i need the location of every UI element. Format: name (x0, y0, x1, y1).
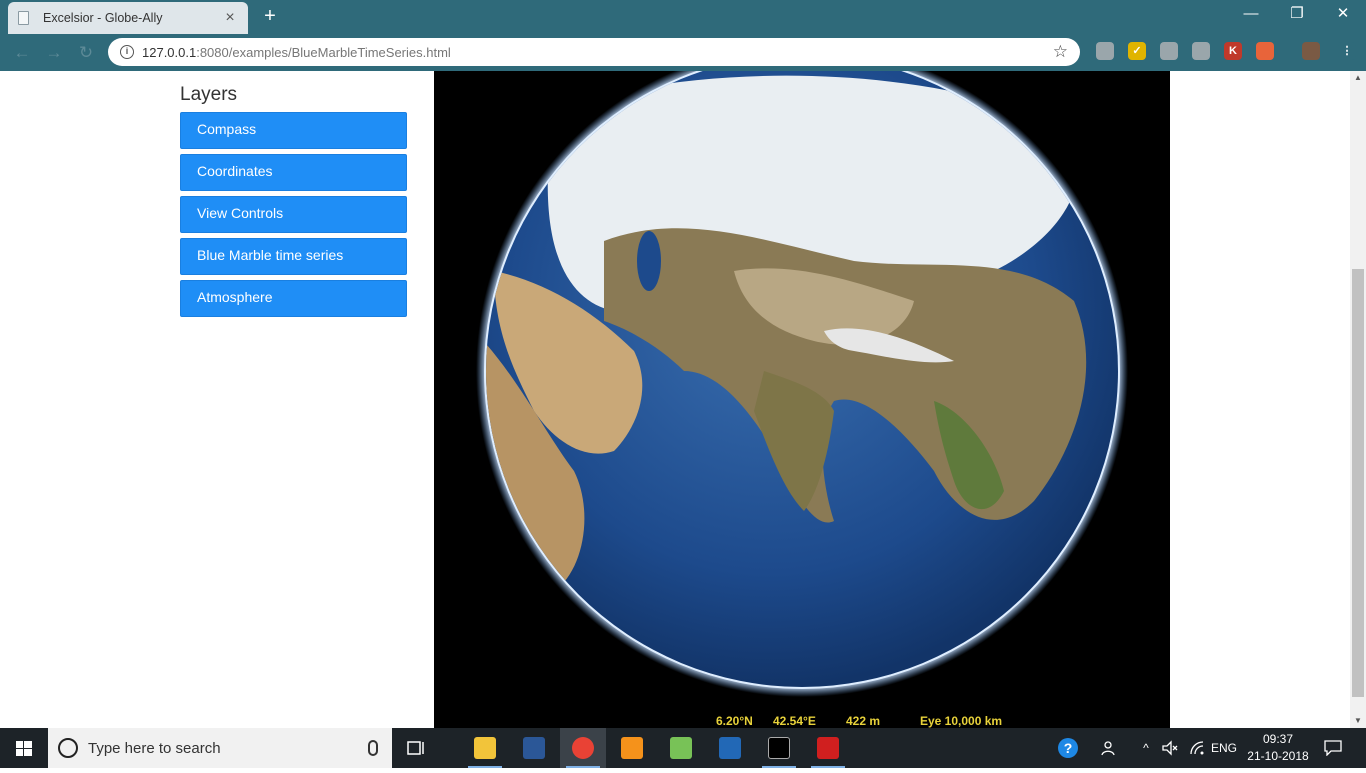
terminal-icon[interactable] (756, 728, 802, 768)
cortana-icon (58, 738, 78, 758)
ext-pdf-icon[interactable] (1160, 42, 1178, 60)
minimize-button[interactable]: — (1228, 0, 1274, 30)
file-explorer-glyph (474, 737, 496, 759)
ext-duck-icon[interactable] (1256, 42, 1274, 60)
bookmark-star-icon[interactable]: ☆ (1053, 42, 1068, 62)
windows-taskbar: Type here to search ? ^ ENG 09:37 21-10-… (0, 728, 1366, 768)
microphone-icon[interactable] (368, 740, 378, 756)
r-icon[interactable] (707, 728, 753, 768)
coordinates-layer-button[interactable]: Coordinates (180, 154, 407, 191)
ext-menu-icon[interactable]: ⋮ (1338, 42, 1356, 60)
ext-avatar-icon[interactable] (1302, 42, 1320, 60)
browser-tab[interactable]: Excelsior - Globe-Ally × (8, 2, 248, 34)
chrome-icon[interactable] (560, 728, 606, 768)
ext-circle-icon[interactable] (1096, 42, 1114, 60)
system-clock[interactable]: 09:37 21-10-2018 (1244, 731, 1312, 765)
eye-altitude-readout: Eye 10,000 km (920, 714, 1003, 728)
taskbar-search[interactable]: Type here to search (48, 728, 392, 768)
site-info-icon[interactable]: i (120, 45, 134, 59)
android-studio-icon[interactable] (658, 728, 704, 768)
svg-text:?: ? (1064, 740, 1073, 756)
page-scrollbar[interactable]: ▲ ▼ (1350, 71, 1366, 728)
clock-time: 09:37 (1262, 732, 1294, 746)
restore-button[interactable]: ❐ (1274, 0, 1320, 30)
task-view-button[interactable] (394, 728, 440, 768)
scroll-down-icon[interactable]: ▼ (1350, 714, 1366, 728)
sublime-icon[interactable] (609, 728, 655, 768)
forward-button[interactable]: → (44, 43, 64, 63)
windows-logo-icon (16, 741, 32, 756)
web-page: Layers Compass Coordinates View Controls… (0, 71, 1350, 728)
ext-check-icon[interactable]: ✓ (1128, 42, 1146, 60)
reload-button[interactable]: ↻ (76, 43, 96, 63)
view-controls-layer-button[interactable]: View Controls (180, 196, 407, 233)
tab-close-icon[interactable]: × (222, 9, 238, 27)
wifi-icon[interactable] (1186, 728, 1210, 768)
atmosphere-layer-button[interactable]: Atmosphere (180, 280, 407, 317)
volume-muted-icon[interactable] (1158, 728, 1182, 768)
scroll-thumb[interactable] (1352, 269, 1364, 697)
start-button[interactable] (0, 728, 48, 768)
new-tab-button[interactable]: + (258, 6, 282, 28)
layers-heading: Layers (180, 84, 238, 105)
latitude-readout: 6.20°N (716, 714, 753, 728)
globe-status-row: 6.20°N 42.54°E 422 m Eye 10,000 km (434, 714, 1170, 728)
chrome-glyph (572, 737, 594, 759)
globe-canvas[interactable]: 6.20°N 42.54°E 422 m Eye 10,000 km (434, 71, 1170, 728)
notifications-icon[interactable] (1318, 728, 1348, 768)
back-button[interactable]: ← (12, 43, 32, 63)
url-text[interactable]: 127.0.0.1:8080/examples/BlueMarbleTimeSe… (142, 45, 1053, 60)
address-bar[interactable]: i 127.0.0.1:8080/examples/BlueMarbleTime… (108, 38, 1080, 66)
elevation-readout: 422 m (846, 714, 881, 728)
document-icon (18, 11, 29, 25)
url-path: :8080/examples/BlueMarbleTimeSeries.html (196, 44, 451, 60)
longitude-readout: 42.54°E (773, 714, 816, 728)
earth-globe[interactable] (434, 71, 1170, 728)
people-icon[interactable] (1098, 728, 1122, 768)
sublime-glyph (621, 737, 643, 759)
help-icon[interactable]: ? (1054, 728, 1082, 768)
r-glyph (719, 737, 741, 759)
chevron-up-icon[interactable]: ^ (1136, 728, 1156, 768)
compass-layer-button[interactable]: Compass (180, 112, 407, 149)
close-window-button[interactable]: ✕ (1320, 0, 1366, 30)
scroll-up-icon[interactable]: ▲ (1350, 71, 1366, 85)
ext-k-icon[interactable]: K (1224, 42, 1242, 60)
blue-marble-layer-button[interactable]: Blue Marble time series (180, 238, 407, 275)
browser-title-bar: Excelsior - Globe-Ally × + — ❐ ✕ (0, 0, 1366, 34)
word-glyph (523, 737, 545, 759)
acrobat-glyph (817, 737, 839, 759)
word-icon[interactable] (511, 728, 557, 768)
terminal-glyph (768, 737, 790, 759)
search-placeholder: Type here to search (88, 739, 221, 757)
task-view-icon (407, 741, 424, 755)
android-studio-glyph (670, 737, 692, 759)
url-host: 127.0.0.1 (142, 44, 197, 60)
acrobat-icon[interactable] (805, 728, 851, 768)
clock-date: 21-10-2018 (1247, 749, 1309, 763)
language-indicator[interactable]: ENG (1210, 728, 1238, 768)
tab-title: Excelsior - Globe-Ally (43, 11, 163, 25)
file-explorer-icon[interactable] (462, 728, 508, 768)
ext-pen-icon[interactable] (1192, 42, 1210, 60)
